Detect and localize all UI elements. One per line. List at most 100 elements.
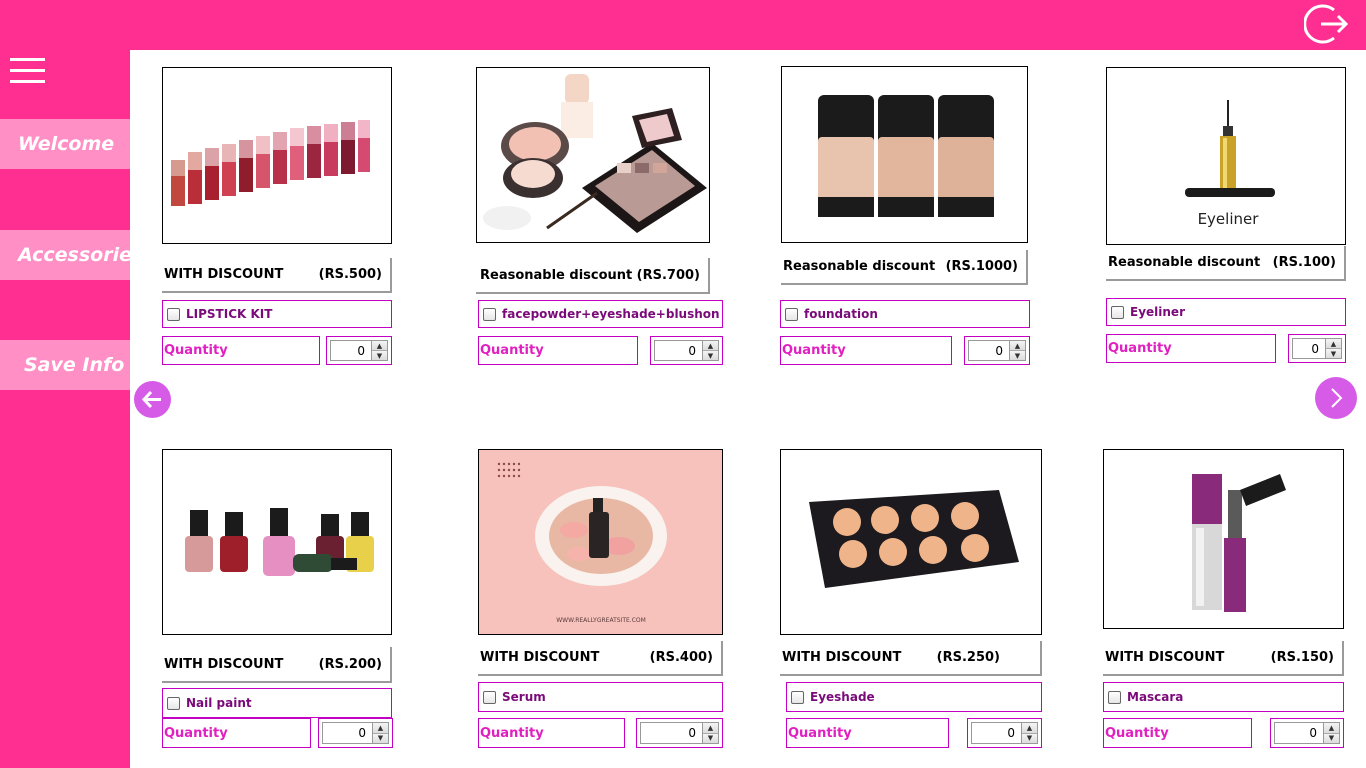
product-price-bar: Reasonable discount (RS.100) [1106,246,1346,281]
stepper-up-icon[interactable]: ▲ [703,723,718,733]
product-image-lipstick-kit [162,67,392,244]
quantity-stepper[interactable]: ▲▼ [1270,718,1344,748]
discount-label: Reasonable discount [783,259,936,274]
product-checkbox-foundation[interactable]: foundation [780,300,1030,328]
product-checkbox-mascara[interactable]: Mascara [1103,682,1344,712]
checkbox[interactable] [791,690,804,704]
price-label: (RS.250) [936,650,1000,665]
checkbox[interactable] [1111,305,1124,319]
quantity-stepper[interactable]: ▲▼ [1288,334,1346,363]
product-name: Eyeliner [1130,305,1185,319]
stepper-down-icon[interactable]: ▼ [703,350,718,360]
quantity-stepper[interactable]: ▲▼ [964,336,1030,365]
price-label: (RS.100) [1272,255,1336,270]
product-price-bar: Reasonable discount (RS.700) [476,258,710,294]
quantity-label: Quantity [478,718,625,748]
sidebar-item-accessories[interactable]: Accessories [0,230,143,280]
price-label: (RS.400) [649,650,713,665]
quantity-input[interactable] [1293,339,1325,358]
product-checkbox-eyeshade[interactable]: Eyeshade [786,682,1042,712]
image-caption: Eyeliner [1198,210,1260,228]
quantity-label: Quantity [162,336,320,365]
product-checkbox-facepowder[interactable]: facepowder+eyeshade+blushon [478,300,723,328]
product-price-bar: WITH DISCOUNT (RS.250) [780,641,1042,676]
discount-label: WITH DISCOUNT [480,650,600,665]
logout-icon[interactable] [1303,2,1350,46]
chevron-right-icon[interactable] [1315,377,1357,419]
product-name: LIPSTICK KIT [186,307,273,321]
price-label: (RS.700) [636,267,700,283]
product-price-bar: WITH DISCOUNT (RS.400) [478,641,723,676]
discount-label: WITH DISCOUNT [164,656,284,672]
product-name: Mascara [1127,690,1184,704]
quantity-label: Quantity [1106,334,1276,363]
product-image-facepowder [476,67,710,243]
discount-label: Reasonable discount [1108,255,1261,270]
checkbox[interactable] [167,696,180,710]
stepper-down-icon[interactable]: ▼ [1326,348,1341,358]
checkbox[interactable] [785,307,798,321]
hamburger-menu-icon[interactable] [10,58,46,84]
product-name: Eyeshade [810,690,875,704]
discount-label: WITH DISCOUNT [782,650,902,665]
quantity-input[interactable] [641,723,702,743]
stepper-down-icon[interactable]: ▼ [1022,732,1037,743]
image-caption: WWW.REALLYGREATSITE.COM [556,617,646,624]
stepper-up-icon[interactable]: ▲ [373,723,388,733]
product-name: facepowder+eyeshade+blushon [502,307,720,321]
quantity-input[interactable] [969,341,1009,360]
quantity-label: Quantity [478,336,638,365]
quantity-input[interactable] [1275,723,1323,743]
product-name: foundation [804,307,878,321]
product-checkbox-nail-paint[interactable]: Nail paint [162,688,392,718]
stepper-up-icon[interactable]: ▲ [703,341,718,350]
stepper-down-icon[interactable]: ▼ [1010,350,1025,360]
product-image-eyeliner: Eyeliner [1106,67,1346,245]
quantity-label: Quantity [162,718,311,748]
price-label: (RS.1000) [945,259,1018,274]
checkbox[interactable] [483,690,496,704]
quantity-label: Quantity [1103,718,1252,748]
product-checkbox-eyeliner[interactable]: Eyeliner [1106,298,1346,326]
product-image-nail-paint [162,449,392,635]
quantity-stepper[interactable]: ▲▼ [318,718,393,748]
discount-label: WITH DISCOUNT [164,267,284,282]
checkbox[interactable] [483,307,496,321]
top-bar [0,0,1366,50]
stepper-down-icon[interactable]: ▼ [703,732,718,743]
quantity-stepper[interactable]: ▲▼ [636,718,723,748]
product-price-bar: WITH DISCOUNT (RS.200) [162,647,392,683]
quantity-input[interactable] [972,723,1021,743]
discount-label: WITH DISCOUNT [1105,650,1225,665]
stepper-up-icon[interactable]: ▲ [1326,339,1341,348]
price-label: (RS.500) [318,267,382,282]
quantity-label: Quantity [786,718,949,748]
stepper-up-icon[interactable]: ▲ [372,341,387,350]
quantity-input[interactable] [655,341,702,360]
stepper-up-icon[interactable]: ▲ [1022,723,1037,733]
quantity-input[interactable] [323,723,372,743]
quantity-stepper[interactable]: ▲▼ [650,336,723,365]
quantity-stepper[interactable]: ▲▼ [326,336,392,365]
arrow-left-icon[interactable] [134,381,171,418]
stepper-down-icon[interactable]: ▼ [1324,732,1339,743]
checkbox[interactable] [1108,690,1121,704]
sidebar-item-welcome[interactable]: Welcome [0,119,130,169]
product-checkbox-lipstick-kit[interactable]: LIPSTICK KIT [162,300,392,328]
product-image-serum: WWW.REALLYGREATSITE.COM [478,449,723,635]
product-image-mascara [1103,449,1344,629]
product-checkbox-serum[interactable]: Serum [478,682,723,712]
stepper-up-icon[interactable]: ▲ [1324,723,1339,733]
quantity-input[interactable] [331,341,371,360]
quantity-label: Quantity [780,336,952,365]
stepper-down-icon[interactable]: ▼ [372,350,387,360]
stepper-up-icon[interactable]: ▲ [1010,341,1025,350]
discount-label: Reasonable discount [480,267,633,283]
product-name: Serum [502,690,546,704]
stepper-down-icon[interactable]: ▼ [373,732,388,743]
sidebar-item-save-info[interactable]: Save Info [0,340,130,390]
product-price-bar: WITH DISCOUNT (RS.500) [162,258,392,293]
checkbox[interactable] [167,307,180,321]
quantity-stepper[interactable]: ▲▼ [967,718,1042,748]
product-price-bar: WITH DISCOUNT (RS.150) [1103,641,1344,676]
